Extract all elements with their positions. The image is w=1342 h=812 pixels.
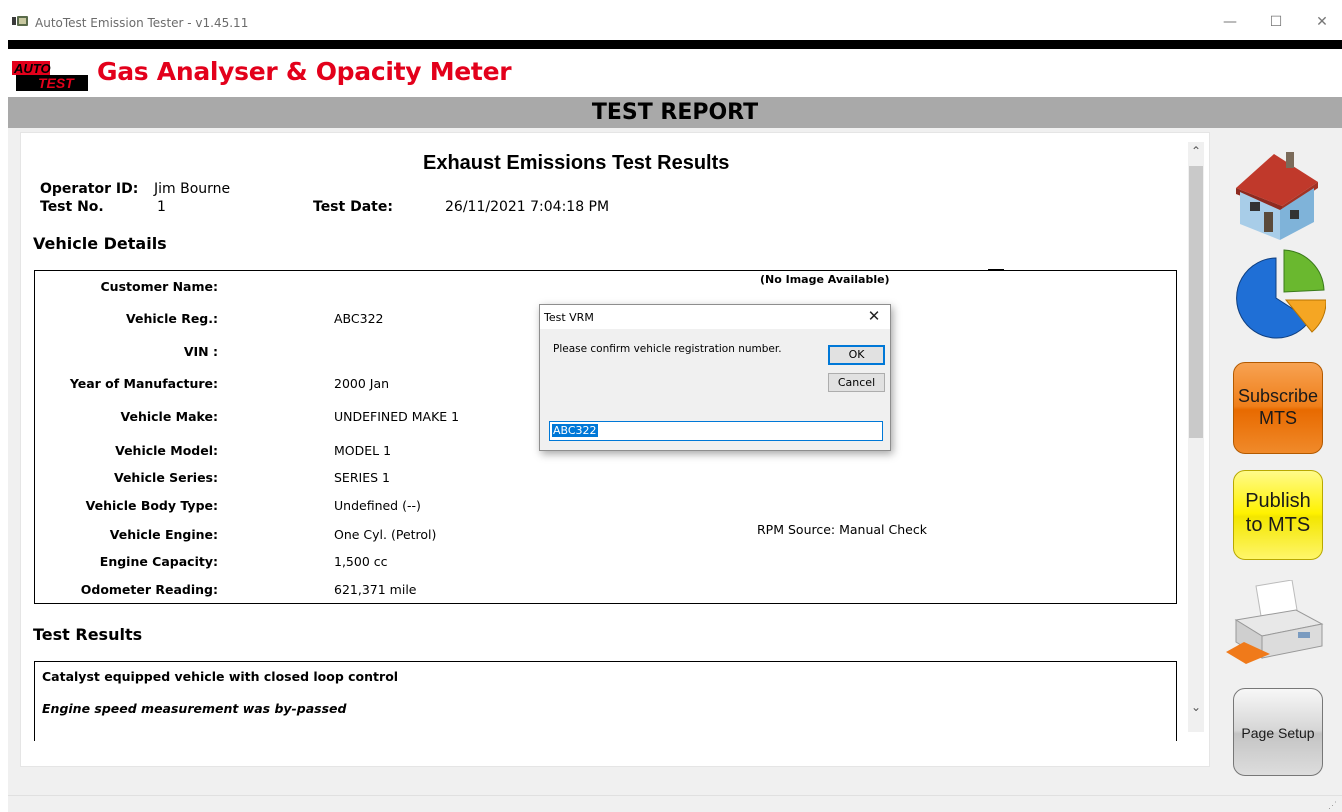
status-bar (8, 795, 1342, 812)
test-vrm-dialog: Test VRM ✕ Please confirm vehicle regist… (539, 304, 891, 451)
home-icon[interactable] (1226, 140, 1326, 240)
cancel-button[interactable]: Cancel (828, 373, 885, 392)
image-placeholder-mark (988, 269, 1004, 271)
dialog-title: Test VRM (544, 311, 594, 324)
vrm-input-value: ABC322 (552, 424, 598, 437)
header-divider (8, 40, 1342, 49)
odometer-value: 621,371 mile (334, 582, 417, 597)
vin-label: VIN : (183, 344, 218, 359)
page-setup-button[interactable]: Page Setup (1233, 688, 1323, 776)
test-no-label: Test No. (40, 199, 104, 215)
svg-text:AUTO: AUTO (13, 61, 51, 76)
publish-to-mts-button[interactable]: Publish to MTS (1233, 470, 1323, 560)
autotest-logo: AUTO TEST (12, 61, 90, 91)
year-value: 2000 Jan (334, 376, 390, 391)
series-label: Vehicle Series: (113, 470, 218, 485)
vrm-input[interactable]: ABC322 (549, 421, 883, 441)
customer-name-label: Customer Name: (100, 279, 219, 294)
engine-label: Vehicle Engine: (109, 527, 218, 542)
app-heading: Gas Analyser & Opacity Meter (97, 57, 512, 86)
rpm-source: RPM Source: Manual Check (757, 522, 927, 537)
odometer-label: Odometer Reading: (80, 582, 218, 597)
test-date-value: 26/11/2021 7:04:18 PM (445, 199, 610, 215)
scroll-thumb[interactable] (1189, 166, 1203, 438)
make-value: UNDEFINED MAKE 1 (334, 409, 460, 424)
scroll-up-arrow-icon[interactable]: ⌃ (1188, 144, 1204, 160)
dialog-close-icon[interactable]: ✕ (860, 306, 888, 328)
svg-text:TEST: TEST (38, 75, 75, 91)
engine-value: One Cyl. (Petrol) (334, 527, 437, 542)
vehicle-reg-value: ABC322 (334, 311, 384, 326)
pie-chart-icon[interactable] (1226, 246, 1326, 346)
no-image-placeholder: (No Image Available) (760, 273, 890, 286)
printer-icon[interactable] (1226, 580, 1326, 665)
subscribe-label-line1: Subscribe (1237, 386, 1319, 406)
engine-capacity-value: 1,500 cc (334, 554, 388, 569)
subscribe-label-line2: MTS (1259, 408, 1297, 428)
minimize-button[interactable]: — (1212, 10, 1248, 34)
engine-capacity-label: Engine Capacity: (99, 554, 218, 569)
report-bar-title: TEST REPORT (8, 97, 1342, 128)
year-label: Year of Manufacture: (69, 376, 218, 391)
vehicle-reg-label: Vehicle Reg.: (126, 311, 218, 326)
body-type-value: Undefined (--) (334, 498, 421, 513)
test-no-value: 1 (157, 199, 166, 215)
resize-grip-icon[interactable]: ⋰ (1328, 800, 1337, 811)
body-type-label: Vehicle Body Type: (85, 498, 218, 513)
maximize-button[interactable]: ☐ (1258, 10, 1294, 34)
vehicle-details-heading: Vehicle Details (33, 234, 167, 253)
close-button[interactable]: ✕ (1304, 10, 1340, 34)
test-result-line: Engine speed measurement was by-passed (42, 701, 347, 716)
window-title: AutoTest Emission Tester - v1.45.11 (35, 16, 249, 30)
publish-label-line2: to MTS (1245, 514, 1311, 536)
test-date-label: Test Date: (313, 199, 393, 215)
report-title: Exhaust Emissions Test Results (423, 152, 730, 174)
operator-value: Jim Bourne (154, 181, 231, 197)
app-icon (12, 16, 28, 26)
publish-label-line1: Publish (1245, 490, 1311, 512)
test-result-line: Catalyst equipped vehicle with closed lo… (42, 669, 399, 684)
scroll-down-arrow-icon[interactable]: ⌄ (1188, 700, 1204, 716)
operator-label: Operator ID: (40, 181, 139, 197)
dialog-message: Please confirm vehicle registration numb… (553, 343, 782, 355)
model-label: Vehicle Model: (115, 443, 218, 458)
subscribe-mts-button[interactable]: Subscribe MTS (1233, 362, 1323, 454)
ok-button[interactable]: OK (828, 345, 885, 365)
test-results-heading: Test Results (33, 625, 143, 644)
model-value: MODEL 1 (334, 443, 392, 458)
series-value: SERIES 1 (334, 470, 390, 485)
make-label: Vehicle Make: (120, 409, 218, 424)
